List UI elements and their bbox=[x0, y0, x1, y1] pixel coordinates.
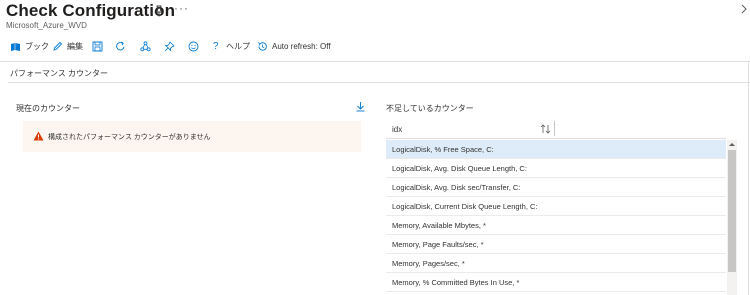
pin-icon bbox=[164, 40, 175, 51]
book-button[interactable]: ブック bbox=[10, 37, 49, 55]
chevron-right-icon[interactable] bbox=[740, 4, 748, 14]
column-header-label: idx bbox=[392, 125, 403, 134]
scrollbar[interactable] bbox=[727, 140, 737, 295]
page-title: Check Configuration bbox=[6, 1, 176, 20]
row-label: Memory, % Committed Bytes In Use, * bbox=[392, 278, 520, 287]
refresh-button[interactable] bbox=[115, 37, 126, 55]
help-label: ヘルプ bbox=[226, 41, 250, 51]
row-label: Memory, Available Mbytes, * bbox=[392, 221, 486, 230]
table-row[interactable]: LogicalDisk, % Free Space, C: bbox=[386, 140, 726, 159]
book-label: ブック bbox=[25, 41, 49, 51]
panel-border bbox=[748, 62, 749, 295]
more-options-icon[interactable]: ··· bbox=[174, 1, 189, 15]
table-row[interactable]: Memory, Pages/sec, * bbox=[386, 254, 726, 273]
row-label: LogicalDisk, % Free Space, C: bbox=[392, 145, 494, 154]
page-subtitle: Microsoft_Azure_WVD bbox=[6, 21, 87, 30]
blade-header: Check Configuration ··· Microsoft_Azure_… bbox=[0, 0, 750, 36]
command-bar: ブック 編集 ? ヘルプ Auto refresh: Off bbox=[0, 37, 750, 55]
pin-icon[interactable] bbox=[153, 5, 165, 17]
divider bbox=[8, 82, 750, 83]
current-counters-title: 現在のカウンター bbox=[16, 104, 80, 113]
pin-button[interactable] bbox=[164, 37, 175, 55]
share-icon bbox=[140, 40, 151, 51]
history-icon bbox=[258, 41, 267, 51]
table-row[interactable]: LogicalDisk, Avg. Disk Queue Length, C: bbox=[386, 159, 726, 178]
column-separator[interactable] bbox=[554, 121, 555, 136]
download-icon[interactable] bbox=[355, 101, 366, 112]
scroll-up-arrow-icon[interactable] bbox=[727, 140, 737, 149]
warning-text: 構成されたパフォーマンス カウンターがありません bbox=[48, 134, 211, 141]
edit-label: 編集 bbox=[67, 41, 83, 51]
divider bbox=[0, 61, 750, 62]
table-row[interactable]: Memory, Available Mbytes, * bbox=[386, 216, 726, 235]
row-label: Memory, Page Faults/sec, * bbox=[392, 240, 484, 249]
auto-refresh-label: Auto refresh: Off bbox=[272, 41, 331, 51]
row-label: Memory, Pages/sec, * bbox=[392, 259, 465, 268]
table-row[interactable]: LogicalDisk, Current Disk Queue Length, … bbox=[386, 197, 726, 216]
row-label: LogicalDisk, Avg. Disk sec/Transfer, C: bbox=[392, 183, 521, 192]
smiley-icon bbox=[188, 41, 199, 51]
help-icon: ? bbox=[213, 40, 219, 52]
edit-icon bbox=[53, 41, 63, 51]
counter-list: LogicalDisk, % Free Space, C: LogicalDis… bbox=[386, 140, 726, 295]
save-icon bbox=[92, 41, 103, 51]
table-row[interactable]: Memory, % Committed Bytes In Use, * bbox=[386, 273, 726, 292]
missing-counters-title: 不足しているカウンター bbox=[386, 104, 474, 113]
column-header-idx[interactable]: idx bbox=[386, 118, 726, 139]
warning-message: 構成されたパフォーマンス カウンターがありません bbox=[23, 121, 361, 152]
table-row[interactable]: Memory, Page Faults/sec, * bbox=[386, 235, 726, 254]
sort-icon[interactable] bbox=[540, 124, 551, 134]
feedback-button[interactable] bbox=[140, 37, 151, 55]
help-button[interactable]: ? ヘルプ bbox=[213, 37, 250, 55]
warning-icon bbox=[33, 131, 44, 141]
save-button[interactable] bbox=[92, 37, 103, 55]
scrollbar-thumb[interactable] bbox=[728, 150, 736, 272]
edit-button[interactable]: 編集 bbox=[52, 37, 83, 55]
smiley-button[interactable] bbox=[188, 37, 199, 55]
row-label: LogicalDisk, Current Disk Queue Length, … bbox=[392, 202, 538, 211]
refresh-icon bbox=[116, 41, 125, 50]
row-label: LogicalDisk, Avg. Disk Queue Length, C: bbox=[392, 164, 527, 173]
table-row[interactable]: LogicalDisk, Avg. Disk sec/Transfer, C: bbox=[386, 178, 726, 197]
book-icon bbox=[11, 42, 20, 51]
section-title: パフォーマンス カウンター bbox=[10, 69, 109, 78]
auto-refresh-button[interactable]: Auto refresh: Off bbox=[257, 37, 331, 55]
